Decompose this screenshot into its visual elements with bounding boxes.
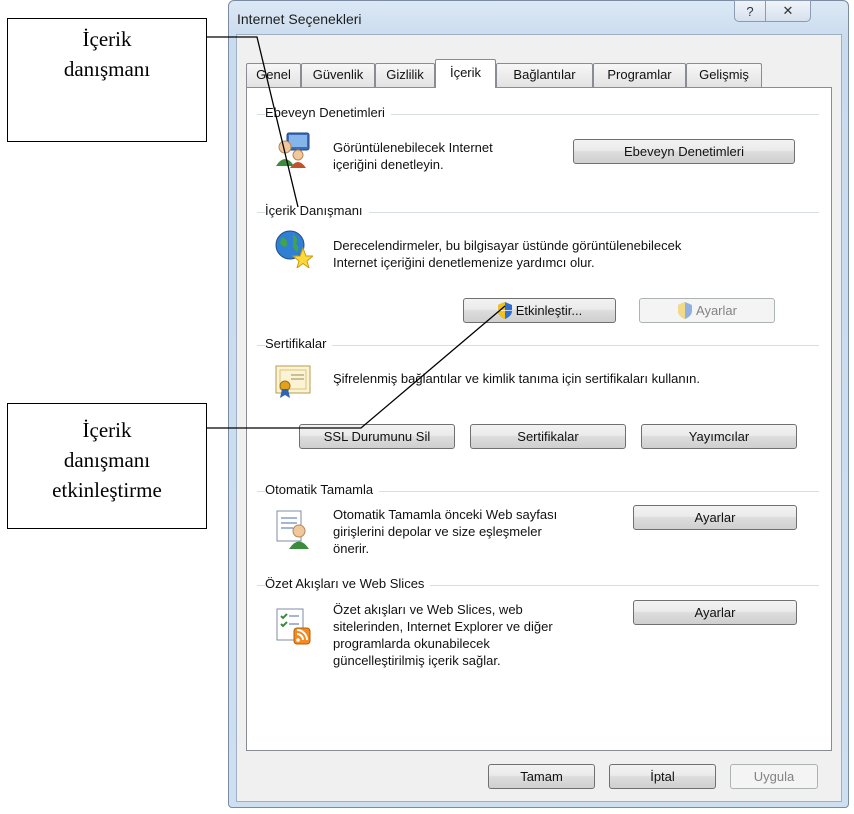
tab-connections[interactable]: Bağlantılar [496,63,593,87]
callout-line: danışmanı [63,57,151,81]
description-line: Derecelendirmeler, bu bilgisayar üstünde… [333,238,682,253]
uac-shield-icon [497,302,512,319]
tab-content[interactable]: İçerik [435,59,496,88]
description-line: Internet içeriğini denetlemenize yardımc… [333,255,595,270]
title-bar: Internet Seçenekleri ? ✕ [229,0,848,37]
parental-description: Görüntülenebilecek Internet içeriğini de… [333,139,493,173]
content-advisor-settings-button[interactable]: Ayarlar [639,298,775,323]
tab-programs[interactable]: Programlar [593,63,686,87]
globe-star-icon [275,230,313,268]
settings-label: Ayarlar [696,303,737,318]
apply-button[interactable]: Uygula [730,764,818,789]
tab-privacy[interactable]: Gizlilik [375,63,435,87]
enable-content-advisor-button[interactable]: Etkinleştir... [463,298,616,323]
group-label-autocomplete: Otomatik Tamamla [265,482,380,497]
callout-enable-content-advisor: İçerik danışmanı etkinleştirme [7,403,207,529]
description-line: Otomatik Tamamla önceki Web sayfası [333,507,558,522]
content-tab-page: Ebeveyn Denetimleri Görüntülenebilecek I… [246,87,832,751]
clear-ssl-state-button[interactable]: SSL Durumunu Sil [299,424,455,449]
enable-label: Etkinleştir... [515,303,583,318]
group-label-feeds: Özet Akışları ve Web Slices [265,576,431,591]
tab-general[interactable]: Genel [246,63,301,87]
description-line: önerir. [333,541,370,556]
close-icon: ✕ [782,3,794,18]
uac-shield-icon [678,302,693,319]
autocomplete-settings-button[interactable]: Ayarlar [633,505,797,530]
group-label-parental: Ebeveyn Denetimleri [265,105,391,120]
callout-line: danışmanı [63,448,151,472]
feeds-description: Özet akışları ve Web Slices, web siteler… [333,601,553,669]
description-line: içeriğini denetleyin. [333,157,444,172]
callout-content-advisor: İçerik danışmanı [7,18,207,142]
callout-line: İçerik [82,418,132,442]
description-line: programlarda okunabilecek [333,636,490,651]
tab-security[interactable]: Güvenlik [301,63,375,87]
description-line: güncelleştirilmiş içerik sağlar. [333,653,501,668]
help-icon: ? [746,3,754,19]
certificates-description: Şifrelenmiş bağlantılar ve kimlik tanıma… [333,371,701,386]
parental-controls-icon [276,132,310,168]
description-line: Özet akışları ve Web Slices, web [333,602,523,617]
group-divider [257,345,819,347]
description-line: Görüntülenebilecek Internet [333,140,493,155]
autocomplete-icon [276,510,309,549]
dialog-body: Genel Güvenlik Gizlilik İçerik Bağlantıl… [236,34,842,802]
rss-feed-icon [276,608,311,645]
tab-advanced[interactable]: Gelişmiş [686,63,762,87]
description-line: girişlerini depolar ve size eşleşmeler [333,524,542,539]
internet-options-window: Internet Seçenekleri ? ✕ Genel Güvenlik … [228,0,849,808]
certificate-icon [275,365,311,398]
publishers-button[interactable]: Yayımcılar [641,424,797,449]
group-label-certificates: Sertifikalar [265,336,333,351]
feeds-settings-button[interactable]: Ayarlar [633,600,797,625]
callout-line: İçerik [82,27,132,51]
autocomplete-description: Otomatik Tamamla önceki Web sayfası giri… [333,506,557,557]
ok-button[interactable]: Tamam [488,764,595,789]
window-title: Internet Seçenekleri [237,11,362,27]
certificates-button[interactable]: Sertifikalar [470,424,626,449]
description-line: sitelerinden, Internet Explorer ve diğer [333,619,553,634]
cancel-button[interactable]: İptal [609,764,716,789]
parental-controls-button[interactable]: Ebeveyn Denetimleri [573,139,795,164]
close-button[interactable]: ✕ [766,0,811,22]
help-button[interactable]: ? [734,0,766,22]
content-advisor-description: Derecelendirmeler, bu bilgisayar üstünde… [333,237,681,271]
group-label-content-advisor: İçerik Danışmanı [265,203,369,218]
callout-line: etkinleştirme [52,478,162,502]
